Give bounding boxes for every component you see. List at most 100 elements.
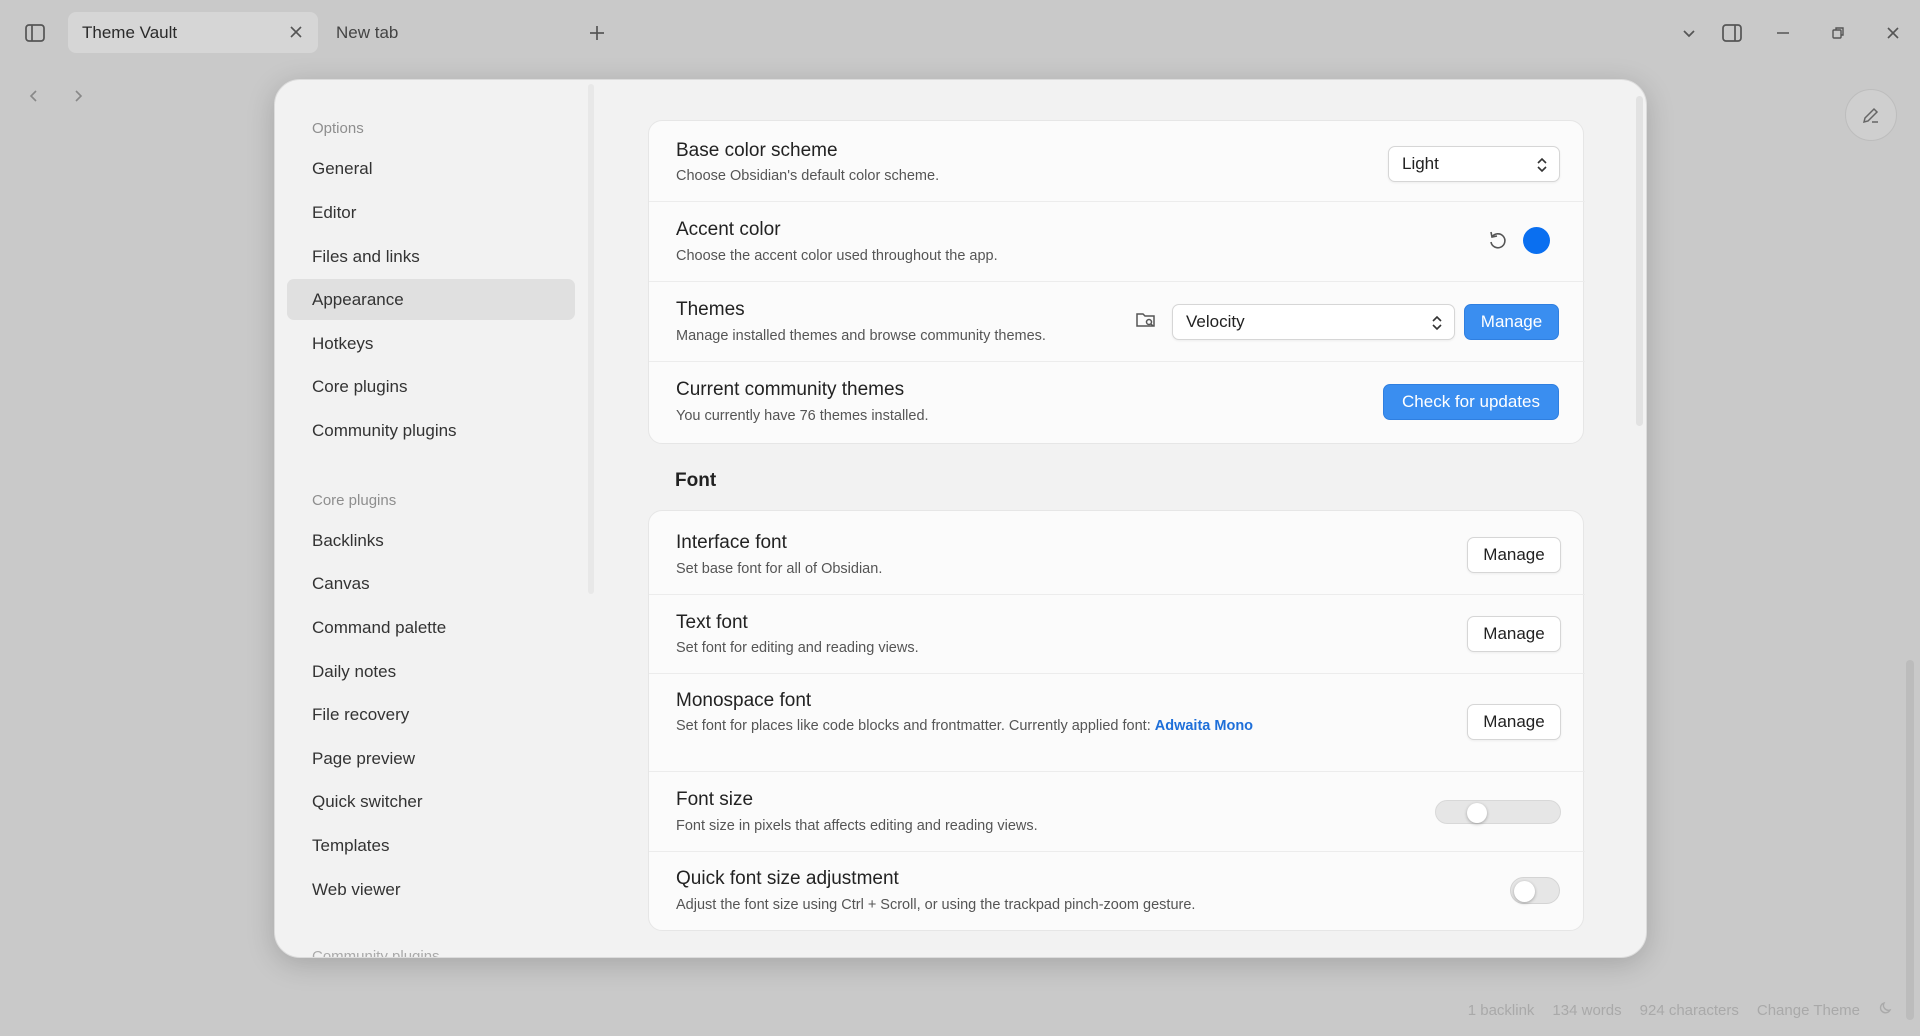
sidebar-item-page-preview[interactable]: Page preview <box>287 738 575 779</box>
pencil-icon[interactable] <box>1845 89 1897 141</box>
chevron-right-icon[interactable] <box>66 84 90 108</box>
setting-quick-font-size: Quick font size adjustment Adjust the fo… <box>649 852 1585 932</box>
character-count: 924 characters <box>1639 1001 1739 1019</box>
sidebar-item-templates[interactable]: Templates <box>287 825 575 866</box>
setting-title: Quick font size adjustment <box>676 868 899 889</box>
sidebar-item-command-palette[interactable]: Command palette <box>287 607 575 648</box>
sidebar-item-label: Templates <box>312 835 390 855</box>
close-icon[interactable] <box>1880 20 1906 46</box>
sidebar-item-quick-switcher[interactable]: Quick switcher <box>287 781 575 822</box>
sidebar-item-backlinks[interactable]: Backlinks <box>287 520 575 561</box>
minimize-icon[interactable] <box>1770 20 1796 46</box>
content-scrollbar[interactable] <box>1636 96 1643 426</box>
sidebar-item-label: Canvas <box>312 573 370 593</box>
setting-title: Font size <box>676 789 754 810</box>
manage-monospace-font-button[interactable]: Manage <box>1467 704 1561 740</box>
setting-interface-font: Interface font Set base font for all of … <box>649 511 1585 595</box>
sidebar-item-label: File recovery <box>312 704 410 724</box>
tab-new-tab[interactable]: New tab <box>322 12 572 53</box>
sidebar-item-files-and-links[interactable]: Files and links <box>287 236 575 277</box>
setting-description: Manage installed themes and browse commu… <box>676 328 1046 344</box>
setting-description: Choose the accent color used throughout … <box>676 248 998 264</box>
setting-title: Interface font <box>676 532 787 553</box>
moon-icon[interactable] <box>1878 1000 1894 1020</box>
sidebar-item-canvas[interactable]: Canvas <box>287 563 575 604</box>
status-bar: 1 backlink 134 words 924 characters Chan… <box>1468 1000 1894 1020</box>
manage-text-font-button[interactable]: Manage <box>1467 616 1561 652</box>
sidebar-item-web-viewer[interactable]: Web viewer <box>287 869 575 910</box>
section-title-options: Options <box>312 120 364 137</box>
manage-interface-font-button[interactable]: Manage <box>1467 537 1561 573</box>
sidebar-item-label: Core plugins <box>312 376 408 396</box>
sidebar-item-general[interactable]: General <box>287 148 575 189</box>
tab-bar: Theme Vault New tab <box>0 0 1920 64</box>
select-value: Velocity <box>1186 312 1245 331</box>
sidebar-item-hotkeys[interactable]: Hotkeys <box>287 323 575 364</box>
sidebar-item-daily-notes[interactable]: Daily notes <box>287 651 575 692</box>
setting-accent-color: Accent color Choose the accent color use… <box>649 202 1585 282</box>
setting-monospace-font: Monospace font Set font for places like … <box>649 674 1585 772</box>
toggle-knob <box>1514 881 1535 902</box>
theme-select[interactable]: Velocity <box>1172 304 1455 340</box>
tab-label: Theme Vault <box>82 22 178 42</box>
chevron-left-icon[interactable] <box>22 84 46 108</box>
setting-title: Monospace font <box>676 690 812 711</box>
setting-description: Set base font for all of Obsidian. <box>676 561 883 577</box>
sidebar-item-label: Editor <box>312 202 357 222</box>
sidebar-item-label: Appearance <box>312 289 404 309</box>
sidebar-item-label: Quick switcher <box>312 791 423 811</box>
sidebar-toggle-icon[interactable] <box>20 18 50 48</box>
sidebar-item-label: Files and links <box>312 246 420 266</box>
sidebar-item-appearance[interactable]: Appearance <box>287 279 575 320</box>
change-theme[interactable]: Change Theme <box>1757 1002 1860 1019</box>
select-arrows-icon <box>1535 156 1549 179</box>
sidebar-item-label: General <box>312 158 373 178</box>
quick-font-size-toggle[interactable] <box>1510 877 1560 904</box>
select-value: Light <box>1402 154 1439 173</box>
sidebar-item-editor[interactable]: Editor <box>287 192 575 233</box>
restore-icon[interactable] <box>1825 20 1851 46</box>
setting-title: Current community themes <box>676 379 905 400</box>
select-arrows-icon <box>1430 314 1444 337</box>
font-heading: Font <box>675 470 717 491</box>
sidebar-item-label: Daily notes <box>312 661 397 681</box>
setting-description: Choose Obsidian's default color scheme. <box>676 168 940 184</box>
sidebar-item-file-recovery[interactable]: File recovery <box>287 694 575 735</box>
section-title-core-plugins: Core plugins <box>312 492 397 509</box>
setting-text-font: Text font Set font for editing and readi… <box>649 595 1585 674</box>
setting-title: Themes <box>676 299 745 320</box>
setting-title: Text font <box>676 612 748 633</box>
plus-icon[interactable] <box>583 19 611 47</box>
color-scheme-select[interactable]: Light <box>1388 146 1560 182</box>
tab-theme-vault[interactable]: Theme Vault <box>68 12 318 53</box>
sidebar-item-community-plugins[interactable]: Community plugins <box>287 410 575 451</box>
applied-font-link[interactable]: Adwaita Mono <box>1155 718 1253 734</box>
sidebar-scrollbar[interactable] <box>588 84 594 594</box>
font-card: Interface font Set base font for all of … <box>648 510 1585 932</box>
section-title-community-plugins: Community plugins <box>312 948 440 958</box>
setting-description: You currently have 76 themes installed. <box>676 408 929 424</box>
chevron-down-icon[interactable] <box>1676 20 1702 46</box>
word-count: 134 words <box>1552 1001 1622 1019</box>
close-icon[interactable] <box>286 22 306 42</box>
sidebar-item-core-plugins[interactable]: Core plugins <box>287 366 575 407</box>
font-size-slider[interactable] <box>1435 800 1561 824</box>
description-text: Set font for places like code blocks and… <box>676 718 1155 734</box>
sidebar-item-label: Community plugins <box>312 420 457 440</box>
slider-thumb[interactable] <box>1466 803 1487 823</box>
settings-sidebar: Options General Editor Files and links A… <box>275 80 587 957</box>
sidebar-item-label: Web viewer <box>312 879 401 899</box>
setting-description: Adjust the font size using Ctrl + Scroll… <box>676 897 1196 913</box>
folder-search-icon[interactable] <box>1133 307 1159 333</box>
backlink-count[interactable]: 1 backlink <box>1468 1002 1535 1019</box>
page-scrollbar[interactable] <box>1906 660 1914 1020</box>
manage-themes-button[interactable]: Manage <box>1464 304 1559 340</box>
setting-description: Font size in pixels that affects editing… <box>676 818 1038 834</box>
panel-right-icon[interactable] <box>1717 18 1747 48</box>
sidebar-item-label: Backlinks <box>312 530 384 550</box>
reset-icon[interactable] <box>1486 228 1510 252</box>
sidebar-item-label: Hotkeys <box>312 333 374 353</box>
accent-color-swatch[interactable] <box>1523 227 1550 254</box>
check-for-updates-button[interactable]: Check for updates <box>1383 384 1559 420</box>
tab-label: New tab <box>336 22 399 42</box>
